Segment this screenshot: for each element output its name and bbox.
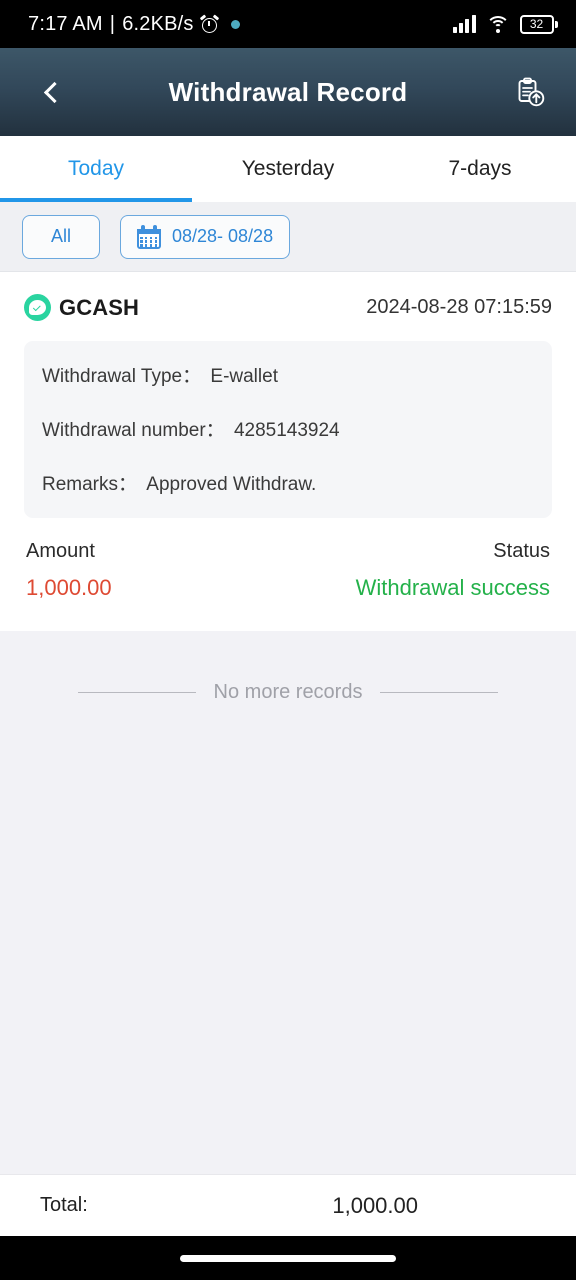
battery-level: 32 xyxy=(529,17,544,31)
empty-state: No more records xyxy=(0,631,576,1174)
tab-yesterday[interactable]: Yesterday xyxy=(192,136,384,202)
withdrawal-record-item[interactable]: GCASH 2024-08-28 07:15:59 Withdrawal Typ… xyxy=(0,272,576,631)
tab-7-days[interactable]: 7-days xyxy=(384,136,576,202)
tab-today-label: Today xyxy=(67,157,125,180)
clipboard-upload-icon xyxy=(518,77,545,106)
payment-channel-name: GCASH xyxy=(59,294,139,320)
total-value: 1,000.00 xyxy=(332,1192,418,1218)
export-record-button[interactable] xyxy=(508,70,552,114)
filter-bar: All 08/28- 08/28 xyxy=(0,202,576,272)
amount-label: Amount xyxy=(26,540,95,562)
status-bar-left: 7:17 AM | 6.2KB/s xyxy=(28,13,240,36)
home-indicator[interactable] xyxy=(180,1254,396,1262)
status-separator: | xyxy=(109,12,116,35)
filter-all-label: All xyxy=(50,226,71,246)
gcash-logo-icon xyxy=(24,294,51,321)
tab-yesterday-label: Yesterday xyxy=(241,157,335,180)
system-nav-bar xyxy=(0,1236,576,1280)
detail-value: 4285143924 xyxy=(233,420,340,441)
tab-7-days-label: 7-days xyxy=(448,157,512,180)
detail-value: E-wallet xyxy=(210,366,278,387)
back-button[interactable] xyxy=(30,70,74,114)
status-block: Status Withdrawal success xyxy=(356,540,550,601)
detail-row-withdrawal-number: Withdrawal number： 4285143924 xyxy=(42,415,534,442)
notification-dot-icon xyxy=(230,19,240,29)
detail-label: Withdrawal Type： xyxy=(42,366,202,387)
date-range-button[interactable]: 08/28- 08/28 xyxy=(120,214,291,259)
divider-left xyxy=(77,692,196,693)
app-header: Withdrawal Record xyxy=(0,48,576,136)
page-title: Withdrawal Record xyxy=(168,76,408,107)
status-badge: Withdrawal success xyxy=(355,575,550,600)
detail-row-remarks: Remarks： Approved Withdraw. xyxy=(42,469,534,496)
alarm-clock-icon xyxy=(199,13,219,33)
amount-block: Amount 1,000.00 xyxy=(26,540,112,601)
record-header: GCASH 2024-08-28 07:15:59 xyxy=(24,294,552,321)
battery-icon: 32 xyxy=(519,14,558,34)
calendar-icon xyxy=(137,224,161,249)
amount-status-row: Amount 1,000.00 Status Withdrawal succes… xyxy=(24,518,552,605)
back-chevron-icon xyxy=(43,81,65,103)
detail-value: Approved Withdraw. xyxy=(146,474,317,495)
cellular-signal-icon xyxy=(452,15,476,33)
record-list[interactable]: GCASH 2024-08-28 07:15:59 Withdrawal Typ… xyxy=(0,272,576,1174)
date-range-label: 08/28- 08/28 xyxy=(172,226,274,246)
no-more-records: No more records xyxy=(0,681,576,704)
amount-value: 1,000.00 xyxy=(26,575,112,600)
period-tabs: Today Yesterday 7-days xyxy=(0,136,576,202)
no-more-records-label: No more records xyxy=(213,681,363,703)
record-detail-card: Withdrawal Type： E-wallet Withdrawal num… xyxy=(24,341,552,518)
status-bar: 7:17 AM | 6.2KB/s 32 xyxy=(0,0,576,48)
total-bar: Total: 1,000.00 xyxy=(0,1174,576,1236)
detail-label: Remarks： xyxy=(42,474,138,495)
tab-today[interactable]: Today xyxy=(0,136,192,202)
divider-right xyxy=(380,692,499,693)
payment-channel: GCASH xyxy=(24,294,139,321)
total-label: Total: xyxy=(40,1194,88,1216)
status-network-speed: 6.2KB/s xyxy=(122,12,194,35)
wifi-icon xyxy=(485,15,510,33)
app-screen: 7:17 AM | 6.2KB/s 32 Withdrawal Record T… xyxy=(0,0,576,1280)
detail-row-withdrawal-type: Withdrawal Type： E-wallet xyxy=(42,361,534,388)
filter-all-button[interactable]: All xyxy=(22,214,100,259)
status-label: Status xyxy=(493,540,550,562)
status-time: 7:17 AM xyxy=(28,12,103,35)
record-timestamp: 2024-08-28 07:15:59 xyxy=(366,296,552,318)
detail-label: Withdrawal number： xyxy=(42,420,225,441)
status-bar-right: 32 xyxy=(452,14,558,34)
